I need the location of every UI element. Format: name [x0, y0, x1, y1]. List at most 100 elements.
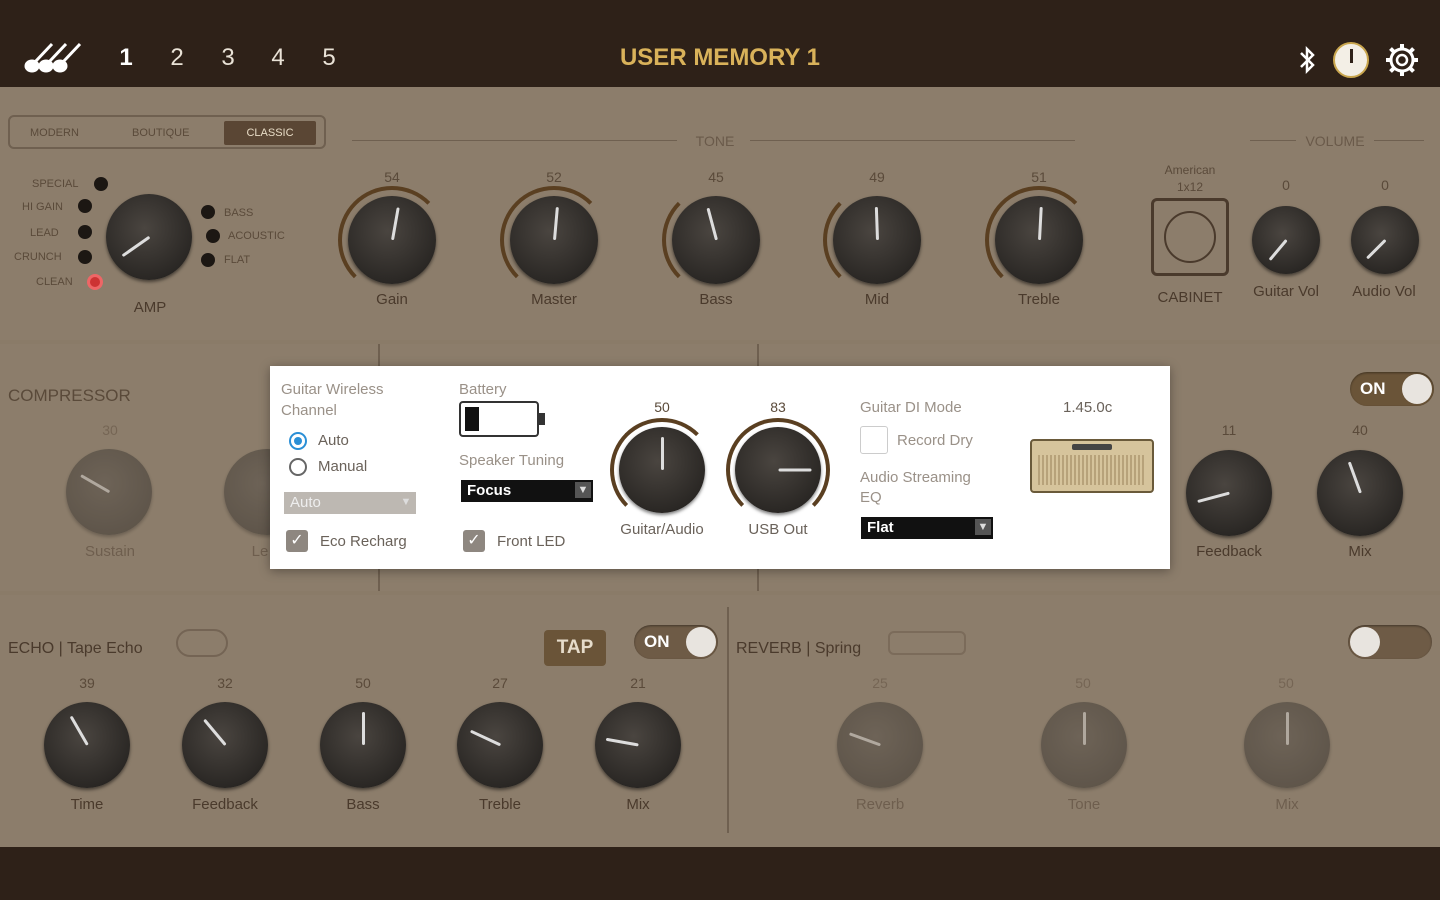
usb-out-label: USB Out	[748, 521, 808, 538]
amp-type-led-flat[interactable]	[201, 253, 215, 267]
usb-out-knob[interactable]	[735, 427, 821, 513]
memory-tab-4[interactable]: 4	[268, 44, 288, 72]
tap-button[interactable]: TAP	[544, 630, 606, 666]
echo-title: ECHO | Tape Echo	[8, 640, 143, 657]
record-dry-checkbox[interactable]	[860, 426, 888, 454]
amp-type-led-crunch[interactable]	[78, 250, 92, 264]
audio-vol-knob[interactable]	[1351, 206, 1419, 274]
mod-feedback-label: Feedback	[1196, 543, 1262, 560]
tab-boutique[interactable]: BOUTIQUE	[132, 127, 189, 139]
logo-guitars-icon[interactable]	[22, 40, 84, 74]
echo-reverb-panel: ECHO | Tape Echo TAP ON 39 Time 32 Feedb…	[0, 595, 1440, 847]
amp-type-led-acoustic[interactable]	[206, 229, 220, 243]
channel-select[interactable]: Auto ▼	[284, 492, 416, 514]
memory-tab-5[interactable]: 5	[319, 44, 339, 72]
settings-gear-icon[interactable]	[1384, 42, 1420, 78]
amp-type-label-bass: BASS	[224, 207, 254, 219]
memory-tab-3[interactable]: 3	[218, 44, 238, 72]
mid-knob[interactable]	[833, 196, 921, 284]
firmware-version: 1.45.0c	[1063, 399, 1113, 416]
master-knob[interactable]	[510, 196, 598, 284]
echo-treble-value: 27	[492, 675, 508, 691]
amp-type-label-lead: LEAD	[30, 227, 59, 239]
amp-type-led-lead[interactable]	[78, 225, 92, 239]
echo-treble-knob[interactable]	[457, 702, 543, 788]
mod-mix-label: Mix	[1348, 543, 1372, 560]
mod-mix-knob[interactable]	[1317, 450, 1403, 536]
echo-time-value: 39	[79, 675, 95, 691]
channel-select-value: Auto	[290, 494, 321, 511]
echo-reverb-divider	[727, 607, 729, 833]
echo-mix-label: Mix	[626, 796, 650, 813]
gain-value: 54	[384, 169, 400, 185]
reverb-toggle[interactable]	[1348, 625, 1432, 659]
radio-auto-label: Auto	[318, 432, 349, 449]
echo-mix-knob[interactable]	[595, 702, 681, 788]
master-value: 52	[546, 169, 562, 185]
tape-icon	[176, 629, 228, 657]
radio-manual[interactable]	[289, 458, 307, 476]
bass-label: Bass	[699, 291, 733, 308]
bluetooth-icon[interactable]	[1298, 44, 1318, 76]
tab-modern[interactable]: MODERN	[30, 127, 79, 139]
cabinet-button[interactable]	[1151, 198, 1229, 276]
memory-title[interactable]: USER MEMORY 1	[520, 44, 920, 72]
reverb-reverb-value: 25	[872, 675, 888, 691]
cabinet-label: CABINET	[1157, 289, 1223, 306]
reverb-tone-value: 50	[1075, 675, 1091, 691]
echo-feedback-knob[interactable]	[182, 702, 268, 788]
amp-type-led-clean[interactable]	[90, 277, 100, 287]
amp-type-knob[interactable]	[106, 194, 192, 280]
mod-toggle[interactable]: ON	[1350, 372, 1434, 406]
tap-button-label: TAP	[556, 637, 594, 658]
guitar-vol-knob[interactable]	[1252, 206, 1320, 274]
reverb-mix-label: Mix	[1275, 796, 1299, 813]
eco-recharge-checkbox[interactable]: ✓	[286, 530, 308, 552]
treble-knob[interactable]	[995, 196, 1083, 284]
echo-toggle[interactable]: ON	[634, 625, 718, 659]
guitar-audio-value: 50	[654, 399, 670, 415]
amp-type-label-flat: FLAT	[224, 254, 251, 266]
reverb-title: REVERB | Spring	[736, 640, 862, 657]
reverb-mix-knob[interactable]	[1244, 702, 1330, 788]
amp-type-led-special[interactable]	[94, 177, 108, 191]
front-led-checkbox[interactable]: ✓	[463, 530, 485, 552]
bass-value: 45	[708, 169, 724, 185]
spring-icon	[888, 631, 966, 655]
echo-time-label: Time	[70, 796, 104, 813]
amp-panel: MODERN BOUTIQUE CLASSIC SPECIAL HI GAIN …	[0, 87, 1440, 340]
volume-divider-right	[1374, 140, 1424, 141]
guitar-audio-label: Guitar/Audio	[620, 521, 704, 538]
gain-knob[interactable]	[348, 196, 436, 284]
reverb-tone-knob[interactable]	[1041, 702, 1127, 788]
eq-select[interactable]: Flat ▼	[861, 517, 993, 539]
wireless-channel-label-2: Channel	[281, 402, 337, 419]
mod-feedback-knob[interactable]	[1186, 450, 1272, 536]
sustain-knob[interactable]	[66, 449, 152, 535]
speaker-tuning-label: Speaker Tuning	[459, 452, 565, 469]
amp-type-label-crunch: CRUNCH	[14, 251, 62, 263]
amp-type-led-bass[interactable]	[201, 205, 215, 219]
tuner-icon[interactable]	[1333, 42, 1369, 78]
memory-tab-1[interactable]: 1	[116, 44, 136, 72]
chevron-down-icon: ▼	[975, 519, 991, 535]
master-label: Master	[531, 291, 577, 308]
amp-type-led-higain[interactable]	[78, 199, 92, 213]
echo-toggle-thumb	[686, 627, 716, 657]
bass-knob[interactable]	[672, 196, 760, 284]
amp-label: AMP	[133, 299, 167, 316]
volume-divider-left	[1250, 140, 1296, 141]
memory-tab-2[interactable]: 2	[167, 44, 187, 72]
guitar-audio-knob[interactable]	[619, 427, 705, 513]
sustain-label: Sustain	[84, 543, 136, 560]
battery-icon	[459, 401, 545, 437]
radio-auto[interactable]	[289, 432, 307, 450]
echo-time-knob[interactable]	[44, 702, 130, 788]
cabinet-name-line2: 1x12	[1176, 180, 1204, 194]
bottom-bar	[0, 847, 1440, 900]
echo-bass-knob[interactable]	[320, 702, 406, 788]
tab-classic[interactable]: CLASSIC	[224, 121, 316, 145]
reverb-reverb-knob[interactable]	[837, 702, 923, 788]
speaker-tuning-select[interactable]: Focus ▼	[461, 480, 593, 502]
amp-category-tabs: MODERN BOUTIQUE CLASSIC	[8, 115, 326, 149]
